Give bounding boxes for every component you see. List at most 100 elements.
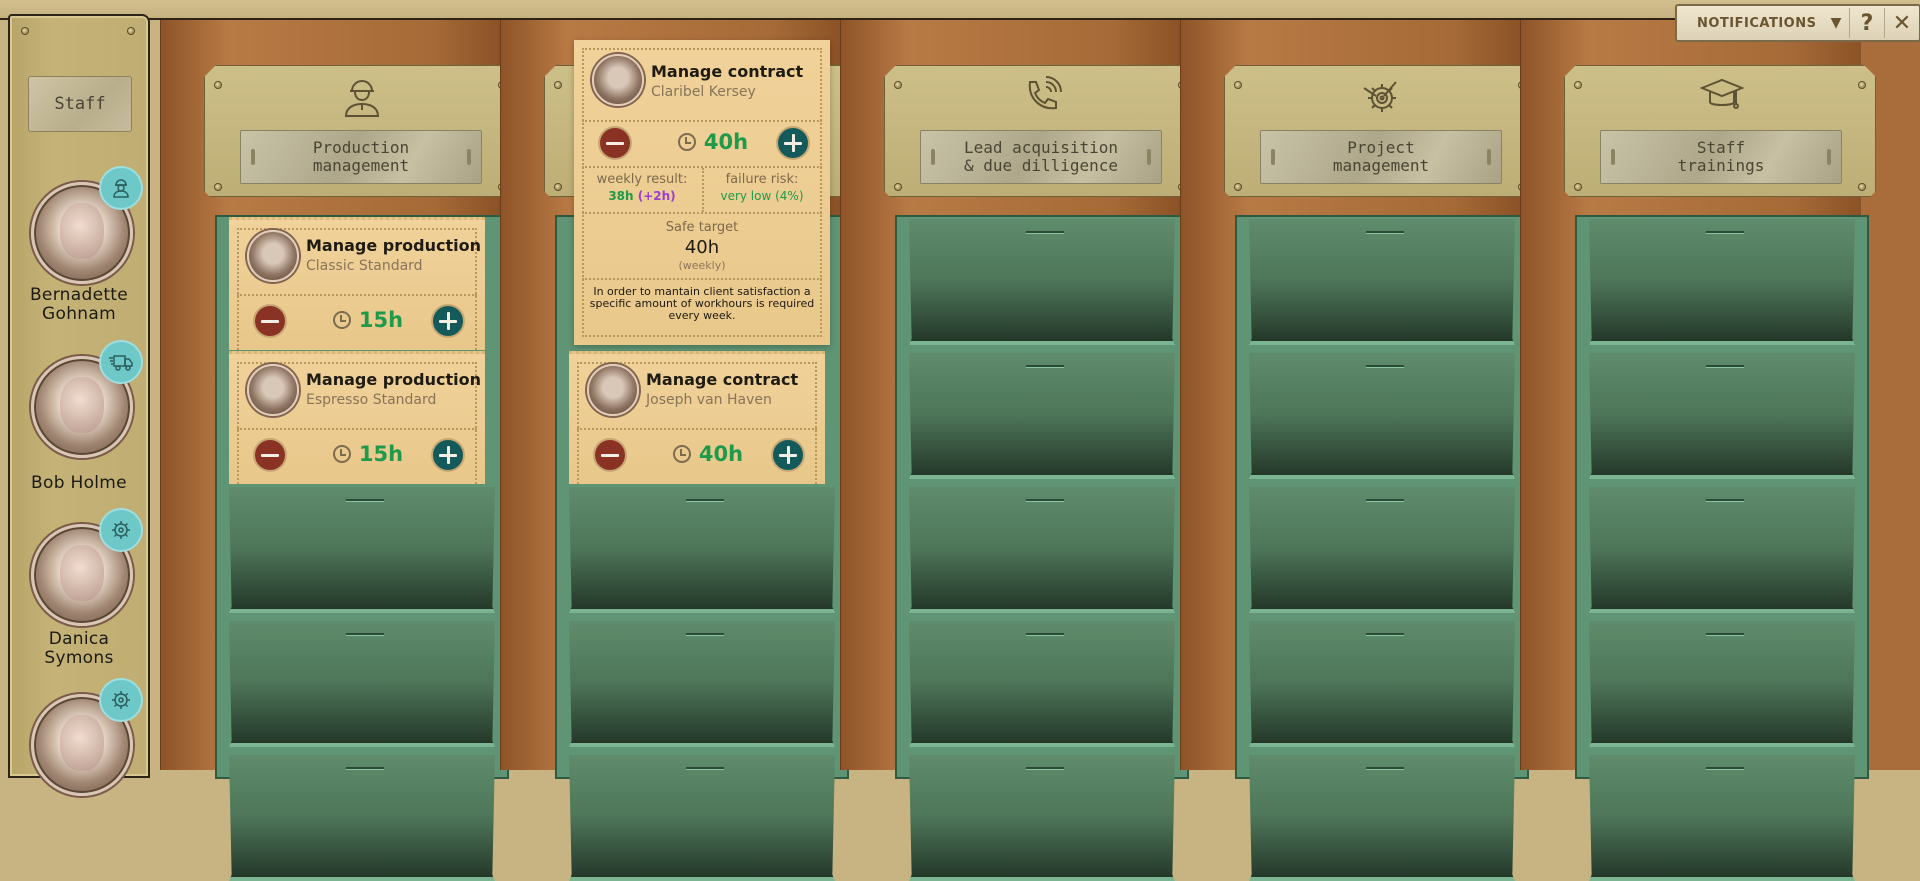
empty-pocket[interactable] bbox=[1589, 219, 1855, 345]
decrease-hours-button[interactable] bbox=[253, 438, 287, 472]
construction-worker-icon bbox=[340, 74, 384, 118]
task-board: Production management Manage production … bbox=[160, 20, 1920, 881]
failure-risk-label: failure risk: bbox=[725, 172, 799, 187]
slot bbox=[1827, 149, 1831, 165]
notifications-bar: NOTIFICATIONS ▼ ? ✕ bbox=[1675, 4, 1920, 42]
empty-pocket[interactable] bbox=[229, 755, 495, 881]
column-header: Project management bbox=[1224, 65, 1536, 197]
task-card[interactable]: Manage production Classic Standard 15h bbox=[229, 217, 485, 350]
card-rack: Manage production Classic Standard 15h M… bbox=[215, 215, 509, 881]
empty-pocket[interactable] bbox=[1589, 487, 1855, 613]
column-leads: Lead acquisition & due dilligence bbox=[840, 20, 1180, 881]
weekly-result-label: weekly result: bbox=[596, 172, 688, 187]
card-rack bbox=[1575, 215, 1869, 881]
expanded-task-card[interactable]: Manage contract Claribel Kersey 40h week… bbox=[574, 40, 830, 345]
card-subtitle: Claribel Kersey bbox=[651, 84, 756, 100]
hours-display: 15h bbox=[323, 304, 413, 336]
column-title-text: Staff trainings bbox=[1677, 138, 1765, 175]
screw bbox=[1859, 82, 1865, 88]
face bbox=[60, 545, 104, 601]
divider bbox=[582, 120, 822, 122]
avatar bbox=[247, 364, 299, 416]
empty-pocket[interactable] bbox=[569, 621, 835, 747]
column-title-text: Project management bbox=[1332, 138, 1430, 175]
increase-hours-button[interactable] bbox=[776, 126, 810, 160]
card-subtitle: Joseph van Haven bbox=[646, 392, 772, 408]
empty-pocket[interactable] bbox=[569, 487, 835, 613]
empty-pocket[interactable] bbox=[1589, 353, 1855, 479]
help-button[interactable]: ? bbox=[1850, 11, 1884, 36]
empty-pocket[interactable] bbox=[1589, 755, 1855, 881]
minus-icon bbox=[601, 453, 619, 457]
construction-worker-icon bbox=[99, 166, 143, 210]
hours-value: 15h bbox=[358, 442, 404, 466]
divider bbox=[237, 294, 477, 296]
empty-pocket[interactable] bbox=[1249, 621, 1515, 747]
pocket-tab bbox=[1706, 231, 1744, 233]
divider bbox=[582, 278, 822, 280]
pocket-tab bbox=[686, 499, 724, 501]
phone-ringing-icon bbox=[1020, 74, 1064, 118]
empty-pocket[interactable] bbox=[909, 755, 1175, 881]
hours-value: 15h bbox=[358, 308, 404, 332]
safe-target-label: Safe target bbox=[665, 220, 739, 235]
plus-icon-vertical bbox=[446, 312, 450, 330]
pocket-tab bbox=[1026, 499, 1064, 501]
empty-pocket[interactable] bbox=[229, 621, 495, 747]
pocket-tab bbox=[1366, 633, 1404, 635]
minus-icon bbox=[261, 453, 279, 457]
slot bbox=[1271, 149, 1275, 165]
pocket-tab bbox=[1706, 767, 1744, 769]
task-card[interactable]: Manage contract Joseph van Haven 40h bbox=[569, 351, 825, 484]
decrease-hours-button[interactable] bbox=[598, 126, 632, 160]
close-button[interactable]: ✕ bbox=[1885, 11, 1919, 36]
empty-pocket[interactable] bbox=[1249, 755, 1515, 881]
empty-pocket[interactable] bbox=[909, 621, 1175, 747]
pocket-tab bbox=[1026, 365, 1064, 367]
pocket-tab bbox=[686, 633, 724, 635]
empty-pocket[interactable] bbox=[569, 755, 835, 881]
decrease-hours-button[interactable] bbox=[253, 304, 287, 338]
triangle-down-icon[interactable]: ▼ bbox=[1823, 15, 1849, 31]
plus-icon-vertical bbox=[446, 446, 450, 464]
empty-pocket[interactable] bbox=[229, 487, 495, 613]
task-card[interactable]: Manage production Espresso Standard 15h bbox=[229, 351, 485, 484]
empty-pocket[interactable] bbox=[1249, 219, 1515, 345]
notifications-toggle[interactable]: NOTIFICATIONS bbox=[1677, 16, 1823, 31]
pocket-tab bbox=[1366, 499, 1404, 501]
slot bbox=[931, 149, 935, 165]
staff-button[interactable]: Staff bbox=[28, 76, 132, 132]
empty-pocket[interactable] bbox=[909, 487, 1175, 613]
safe-target-unit: (weekly) bbox=[678, 259, 726, 272]
column-header: Lead acquisition & due dilligence bbox=[884, 65, 1196, 197]
hours-display: 15h bbox=[323, 438, 413, 470]
weekly-result-delta: (+2h) bbox=[637, 189, 676, 203]
column-title-text: Production management bbox=[312, 138, 410, 175]
increase-hours-button[interactable] bbox=[431, 304, 465, 338]
screw bbox=[895, 184, 901, 190]
column-title: Production management bbox=[240, 130, 482, 184]
increase-hours-button[interactable] bbox=[431, 438, 465, 472]
card-title: Manage production bbox=[306, 370, 481, 389]
increase-hours-button[interactable] bbox=[771, 438, 805, 472]
gear-target-icon bbox=[99, 508, 143, 552]
empty-pocket[interactable] bbox=[1249, 487, 1515, 613]
slot bbox=[1487, 149, 1491, 165]
hours-display: 40h bbox=[668, 126, 758, 158]
divider bbox=[237, 428, 477, 430]
empty-pocket[interactable] bbox=[909, 219, 1175, 345]
clock-icon bbox=[672, 445, 691, 463]
screw bbox=[1575, 82, 1581, 88]
column-title: Project management bbox=[1260, 130, 1502, 184]
pocket-tab bbox=[1706, 633, 1744, 635]
empty-pocket[interactable] bbox=[1249, 353, 1515, 479]
slot bbox=[1147, 149, 1151, 165]
empty-pocket[interactable] bbox=[909, 353, 1175, 479]
column-header: Staff trainings bbox=[1564, 65, 1876, 197]
decrease-hours-button[interactable] bbox=[593, 438, 627, 472]
screw bbox=[1235, 82, 1241, 88]
slot bbox=[467, 149, 471, 165]
clock-icon bbox=[332, 445, 351, 463]
face bbox=[60, 715, 104, 771]
empty-pocket[interactable] bbox=[1589, 621, 1855, 747]
